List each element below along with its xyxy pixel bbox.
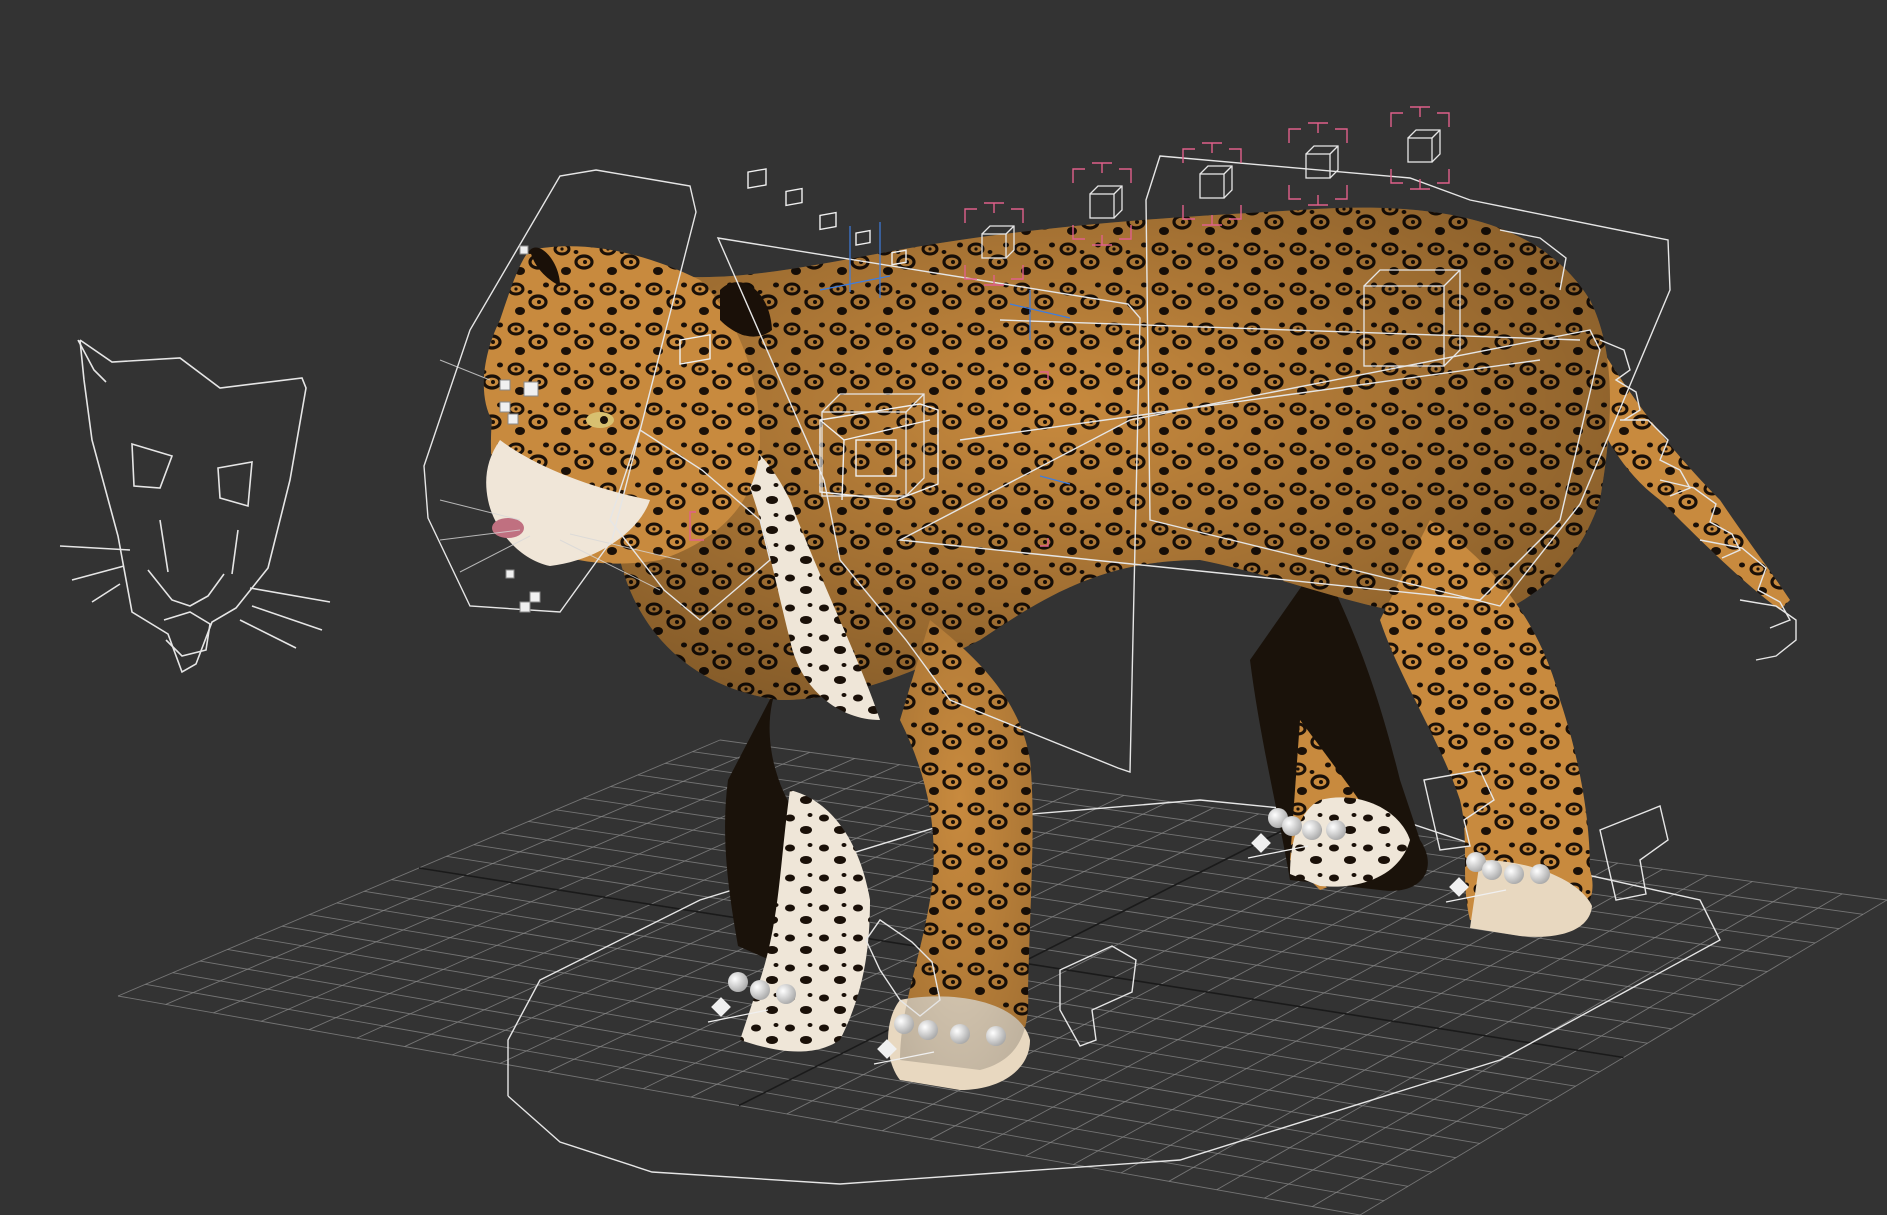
ik-cube-edge <box>1329 145 1339 155</box>
ik-bracket <box>1119 168 1132 183</box>
ik-bracket <box>1288 128 1301 143</box>
ik-cube-face <box>1305 153 1331 179</box>
spine-ik-helper <box>1182 142 1242 226</box>
toe-ball <box>918 1020 938 1040</box>
toe-ball <box>950 1024 970 1044</box>
toe-ball <box>1530 864 1550 884</box>
toe-ball <box>894 1014 914 1034</box>
toe-ball <box>1282 816 1302 836</box>
ik-bracket <box>1335 128 1348 143</box>
spine-ik-helper <box>1288 122 1348 206</box>
toe-ball <box>1302 820 1322 840</box>
ik-cube <box>1199 165 1233 199</box>
ik-cube <box>1089 185 1123 219</box>
ik-bracket <box>1437 112 1450 127</box>
ik-cube-edge <box>1005 225 1015 235</box>
toe-ball <box>1482 860 1502 880</box>
cat-face-wireframe-icon[interactable] <box>59 339 331 674</box>
ik-cube-edge <box>1113 185 1123 195</box>
ik-cube-edge <box>1431 129 1441 139</box>
jaguar-model[interactable] <box>439 207 1790 1090</box>
ik-bracket <box>1335 185 1348 200</box>
ik-cube-face <box>1407 137 1433 163</box>
toe-ball <box>1504 864 1524 884</box>
ik-bracket <box>964 208 977 223</box>
toe-ball <box>750 980 770 1000</box>
ik-cube <box>1305 145 1339 179</box>
ik-cube-face <box>1089 193 1115 219</box>
toe-ball <box>728 972 748 992</box>
ik-bracket <box>1288 185 1301 200</box>
ik-bracket <box>1390 112 1403 127</box>
ik-bracket <box>1072 168 1085 183</box>
ik-bracket <box>1229 148 1242 163</box>
toe-ball <box>1326 820 1346 840</box>
ik-cube <box>1407 129 1441 163</box>
ik-bracket <box>1182 148 1195 163</box>
ik-cube-face <box>1199 173 1225 199</box>
3d-viewport[interactable] <box>0 0 1887 1215</box>
ik-bracket <box>1437 169 1450 184</box>
toe-ball <box>776 984 796 1004</box>
viewport-canvas[interactable] <box>0 0 1887 1215</box>
toe-ball <box>986 1026 1006 1046</box>
paw-pivot-control <box>1251 833 1271 853</box>
ik-bracket <box>1011 208 1024 223</box>
ik-cube-edge <box>1223 165 1233 175</box>
